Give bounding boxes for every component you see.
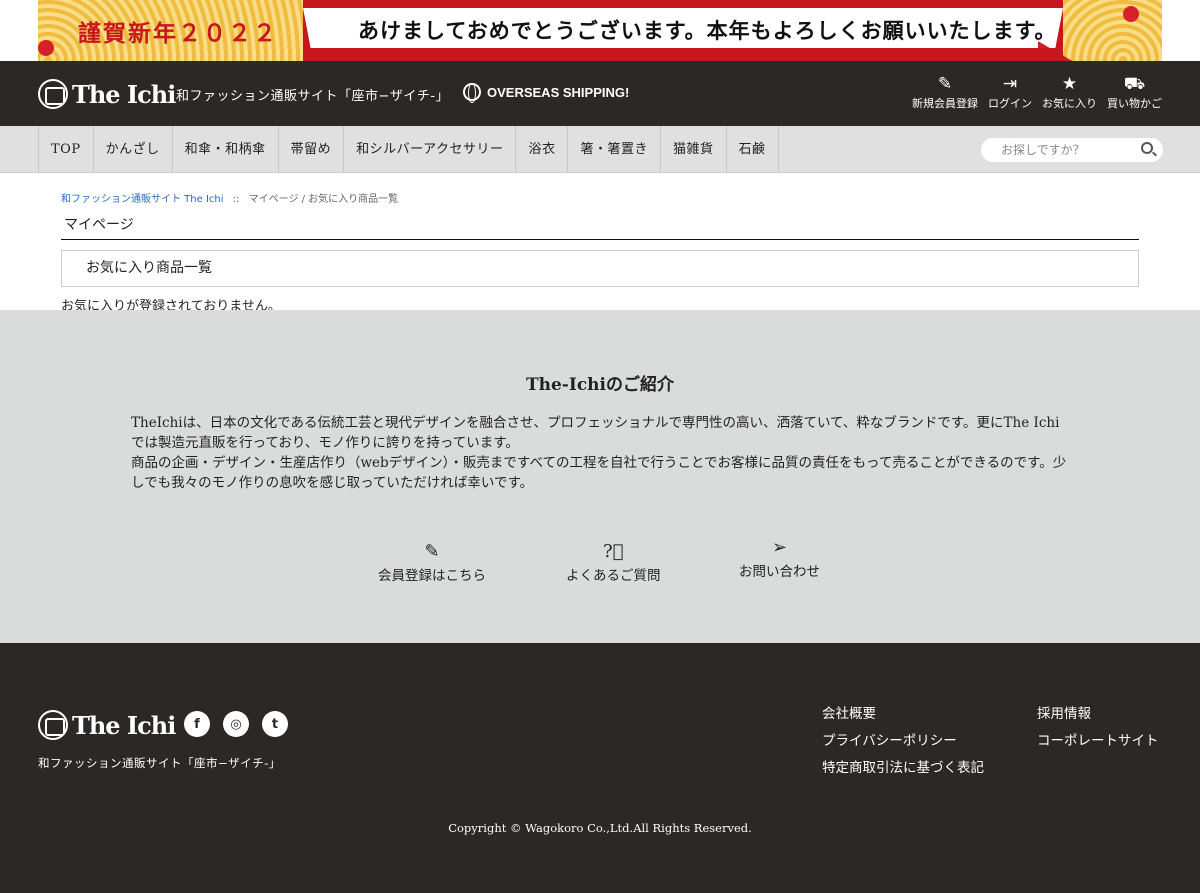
footer-logo[interactable]: The Ichi [38,710,176,740]
favorites-label: お気に入り [1042,97,1097,110]
breadcrumb-home[interactable]: 和ファッション通販サイト The Ichi [61,194,224,205]
register-cta[interactable]: ✎ 会員登録はこちら [378,540,486,584]
overseas-label: OVERSEAS SHIPPING! [487,84,630,100]
register-icon: ✎ [424,541,440,562]
login-label: ログイン [988,97,1032,110]
footer-logo-text: The Ichi [72,710,176,740]
login-link[interactable]: ⇥ ログイン [988,73,1032,111]
flower-icon [1123,6,1139,22]
search-box [981,138,1163,162]
overseas-shipping-link[interactable]: OVERSEAS SHIPPING! [463,83,630,103]
login-icon: ⇥ [1002,74,1018,94]
about-section: The-Ichiのご紹介 TheIchiは、日本の文化である伝統工芸と現代デザイ… [0,310,1200,643]
register-link[interactable]: ✎ 新規会員登録 [912,73,978,111]
about-text: TheIchiは、日本の文化である伝統工芸と現代デザインを融合させ、プロフェッシ… [131,413,1071,493]
footer-link-privacy[interactable]: プライバシーポリシー [822,728,984,755]
social-links: f ◎ t [184,711,288,737]
footer-link-company[interactable]: 会社概要 [822,701,984,728]
site-logo[interactable]: The Ichi [38,79,176,109]
register-icon: ✎ [937,74,953,94]
footer-link-recruit[interactable]: 採用情報 [1037,701,1159,728]
register-cta-label: 会員登録はこちら [378,568,486,584]
faq-cta-label: よくあるご質問 [566,568,661,584]
globe-icon [463,83,481,103]
logo-mark-icon [38,710,68,740]
banner-message: あけましておめでとうございます。本年もよろしくお願いいたします。 [358,19,1057,43]
about-paragraph: 商品の企画・デザイン・生産店作り（webデザイン）・販売まですべての工程を自社で… [131,455,1067,491]
nav-item-obidome[interactable]: 帯留め [279,126,345,173]
faq-cta[interactable]: ?⃝ よくあるご質問 [566,540,661,584]
new-year-banner[interactable]: 謹賀新年２０２２ あけましておめでとうございます。本年もよろしくお願いいたします… [0,0,1200,61]
footer-link-legal[interactable]: 特定商取引法に基づく表記 [822,755,984,782]
nav-item-wagasa[interactable]: 和傘・和柄傘 [173,126,279,173]
cart-icon: ⛟ [1123,74,1146,94]
nav-item-hashi[interactable]: 箸・箸置き [568,126,661,173]
nav-item-soap[interactable]: 石鹸 [727,126,779,173]
global-nav: TOP かんざし 和傘・和柄傘 帯留め 和シルバーアクセサリー 浴衣 箸・箸置き… [0,126,1200,173]
nav-item-neko[interactable]: 猫雑貨 [661,126,727,173]
banner-title: 謹賀新年２０２２ [78,20,278,47]
facebook-icon[interactable]: f [184,711,210,737]
nav-item-yukata[interactable]: 浴衣 [516,126,569,173]
instagram-icon[interactable]: ◎ [223,711,249,737]
flower-icon [38,40,54,56]
twitter-icon[interactable]: t [262,711,288,737]
contact-cta-label: お問い合わせ [739,564,820,580]
section-heading: お気に入り商品一覧 [61,250,1139,287]
footer-links-col1: 会社概要 プライバシーポリシー 特定商取引法に基づく表記 [822,701,984,782]
header-tagline: 和ファッション通販サイト「座市−ザイチ-」 [176,89,450,104]
category-list: TOP かんざし 和傘・和柄傘 帯留め 和シルバーアクセサリー 浴衣 箸・箸置き… [38,126,779,173]
search-icon[interactable] [1141,142,1153,154]
about-paragraph: TheIchiは、日本の文化である伝統工芸と現代デザインを融合させ、プロフェッシ… [131,415,1060,451]
main-content: 和ファッション通販サイト The Ichi :: マイページ / お気に入り商品… [61,173,1139,314]
breadcrumb-current: マイページ / お気に入り商品一覧 [248,194,399,205]
nav-item-kanzashi[interactable]: かんざし [94,126,173,173]
nav-item-top[interactable]: TOP [39,126,94,173]
about-title: The-Ichiのご紹介 [525,375,674,395]
copyright: Copyright © Wagokoro Co.,Ltd.All Rights … [448,821,752,835]
cart-link[interactable]: ⛟ 買い物かご [1107,73,1162,111]
contact-cta[interactable]: ➢ お問い合わせ [739,536,820,580]
site-header: The Ichi 和ファッション通販サイト「座市−ザイチ-」 OVERSEAS … [0,61,1200,126]
footer-link-corporate[interactable]: コーポレートサイト [1037,728,1159,755]
send-icon: ➢ [771,537,788,558]
banner-image: 謹賀新年２０２２ あけましておめでとうございます。本年もよろしくお願いいたします… [38,0,1162,61]
logo-mark-icon [38,79,68,109]
breadcrumb: 和ファッション通販サイト The Ichi :: マイページ / お気に入り商品… [61,190,1139,205]
header-nav: ✎ 新規会員登録 ⇥ ログイン ★ お気に入り ⛟ 買い物かご [912,73,1162,111]
page-title: マイページ [61,214,1139,240]
register-label: 新規会員登録 [912,97,978,110]
footer-links-col2: 採用情報 コーポレートサイト [1037,701,1159,755]
favorites-link[interactable]: ★ お気に入り [1042,73,1097,111]
breadcrumb-separator: :: [232,194,240,205]
site-footer: The Ichi f ◎ t 和ファッション通販サイト「座市−ザイチ-」 会社概… [0,643,1200,893]
star-icon: ★ [1061,74,1078,94]
cart-label: 買い物かご [1107,97,1162,110]
logo-text: The Ichi [72,79,176,109]
nav-item-silver[interactable]: 和シルバーアクセサリー [344,126,517,173]
question-icon: ?⃝ [603,541,624,562]
search-input[interactable] [1001,143,1131,157]
footer-tagline: 和ファッション通販サイト「座市−ザイチ-」 [38,756,281,770]
